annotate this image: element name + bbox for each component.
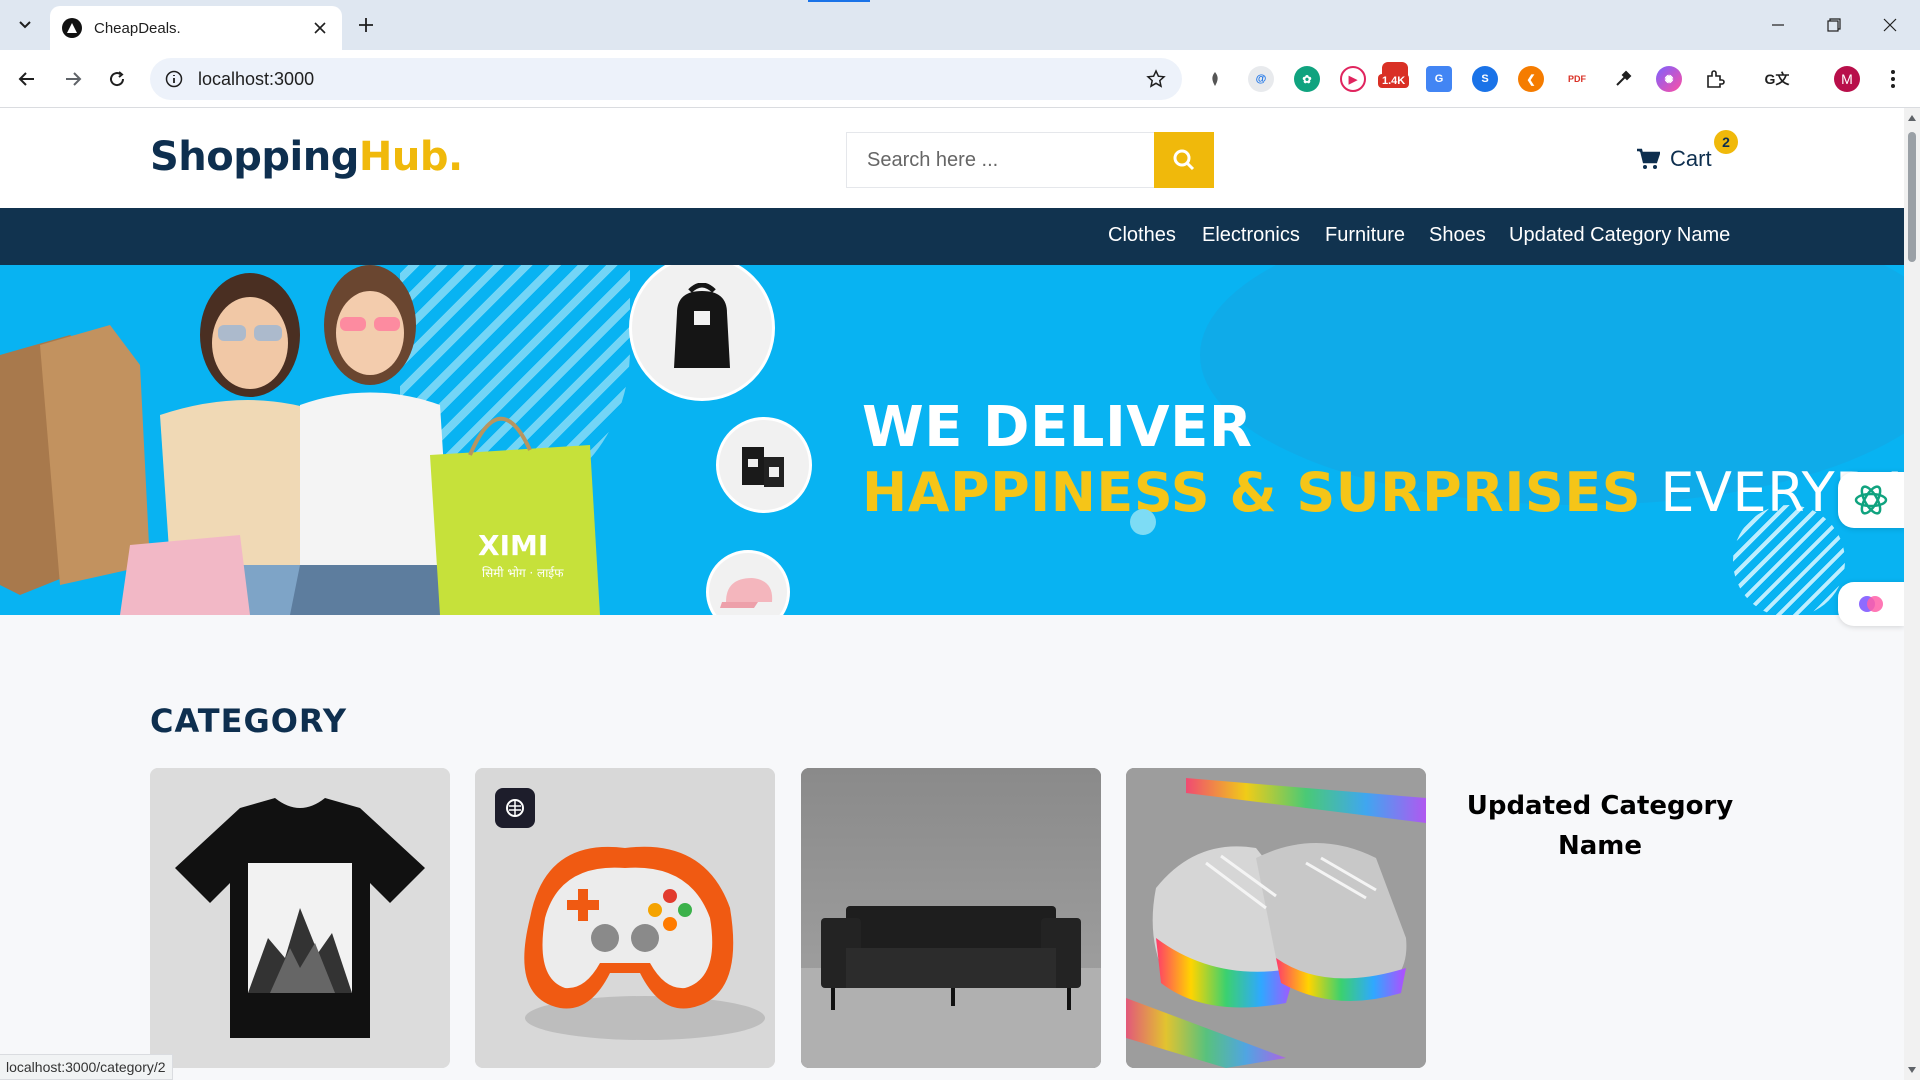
extension-pdf-icon[interactable]: PDF [1564,66,1590,92]
category-card-shoes[interactable] [1126,768,1426,1068]
hero-banner: XIMI सिमी भोग · लाईफ WE DELIVER HAPPINES… [0,265,1904,615]
cart-button[interactable]: Cart [1636,146,1712,172]
sneakers-image [1126,768,1426,1068]
restore-icon [1827,18,1841,32]
banner-headline-line2: HAPPINESS & SURPRISES EVERYDAY [862,461,1904,524]
extension-flame-icon[interactable] [1202,66,1228,92]
brain-floating-button[interactable] [1838,582,1904,626]
extension-orange-icon[interactable]: ❮ [1518,66,1544,92]
site-logo[interactable]: ShoppingHub. [150,134,463,180]
bag-tagline-text: सिमी भोग · लाईफ [482,566,564,580]
profile-avatar[interactable]: M [1834,66,1860,92]
bookmark-star-icon[interactable] [1144,67,1168,91]
category-section-title: CATEGORY [150,702,347,740]
cart-label: Cart [1670,146,1712,171]
reload-icon [110,71,125,87]
extension-s-icon[interactable]: S [1472,66,1498,92]
new-tab-button[interactable] [353,12,379,38]
openai-logo-icon [1854,485,1888,515]
extension-play-icon[interactable]: ▶ [1340,66,1366,92]
page-viewport: ShoppingHub. Cart 2 Clothes Electronics … [0,108,1904,1080]
back-button[interactable] [12,64,42,94]
nav-item-furniture[interactable]: Furniture [1325,224,1405,247]
reload-button[interactable] [102,64,132,94]
status-bar-url: localhost:3000/category/2 [0,1054,173,1080]
scroll-up-icon[interactable] [1908,114,1916,122]
logo-main-text: Shopping [150,134,359,180]
scroll-down-icon[interactable] [1908,1066,1916,1074]
category-nav: Clothes Electronics Furniture Shoes Upda… [0,208,1904,265]
search-bar [846,132,1214,188]
extension-eyedropper-icon[interactable] [1610,66,1636,92]
browser-tabstrip: CheapDeals. [0,0,1920,50]
site-info-icon[interactable] [164,69,184,89]
sofa-image [801,768,1101,1068]
more-menu-icon[interactable] [1880,66,1906,92]
tab-loading-indicator [808,0,870,2]
backpack-icon [674,283,730,368]
brain-icon [1859,596,1883,612]
shopping-cart-icon [1637,148,1660,169]
extension-badge: 1.4K [1378,74,1410,88]
category-card-clothes[interactable] [150,768,450,1068]
browser-tab[interactable]: CheapDeals. [50,6,342,50]
category-card-electronics[interactable] [475,768,775,1068]
translate-page-icon[interactable]: G文 [1764,66,1790,92]
cap-product-circle [706,550,790,615]
tshirt-image [150,768,450,1068]
nav-item-updated-category[interactable]: Updated Category Name [1509,224,1730,247]
arrow-left-icon [18,72,34,86]
window-close-button[interactable] [1872,10,1908,40]
banner-headline-line1: WE DELIVER [862,395,1253,460]
address-bar[interactable]: localhost:3000 [150,58,1182,100]
bag-brand-text: XIMI [478,529,548,562]
chevron-down-icon [19,21,31,29]
nav-item-electronics[interactable]: Electronics [1202,224,1300,247]
category-card-furniture[interactable] [801,768,1101,1068]
extension-chatgpt-icon[interactable]: ✿ [1294,66,1320,92]
extension-lens-icon[interactable]: @ [1248,66,1274,92]
arrow-right-icon [66,72,82,86]
logo-accent-text: Hub. [358,134,463,180]
restore-button[interactable] [1816,10,1852,40]
nav-item-clothes[interactable]: Clothes [1108,224,1176,247]
backpack-product-circle [629,265,775,401]
minimize-button[interactable] [1760,10,1796,40]
chatgpt-floating-button[interactable] [1838,472,1904,528]
extension-brain-icon[interactable]: ✺ [1656,66,1682,92]
scrollbar-thumb[interactable] [1908,132,1916,262]
page-scrollbar[interactable] [1904,108,1920,1080]
category-card-updated[interactable]: Updated Category Name [1460,786,1740,866]
forward-button[interactable] [58,64,88,94]
extension-translate-icon[interactable]: G [1426,66,1452,92]
extensions-puzzle-icon[interactable] [1702,66,1728,92]
brain-icon [506,799,524,817]
cart-count-badge: 2 [1714,130,1738,154]
tab-search-button[interactable] [10,10,40,40]
ai-assistant-chip[interactable] [495,788,535,828]
close-icon[interactable] [310,18,330,38]
close-icon [1883,18,1897,32]
search-button[interactable] [1154,132,1214,188]
search-icon [1173,149,1195,171]
shoppers-illustration: XIMI सिमी भोग · लाईफ [0,265,600,615]
minimize-icon [1772,24,1784,26]
cap-icon [720,578,773,608]
tab-title: CheapDeals. [94,19,181,37]
site-header: ShoppingHub. Cart 2 [0,108,1904,208]
perfume-bottle-icon [742,447,784,487]
search-input[interactable] [846,132,1154,188]
banner-dot-decoration [1130,509,1156,535]
perfume-product-circle [716,417,812,513]
plus-icon [359,18,373,32]
url-text: localhost:3000 [198,68,315,89]
triangle-logo-icon [62,18,82,38]
banner-highlight-text: HAPPINESS & SURPRISES [862,461,1642,524]
nav-item-shoes[interactable]: Shoes [1429,224,1486,247]
